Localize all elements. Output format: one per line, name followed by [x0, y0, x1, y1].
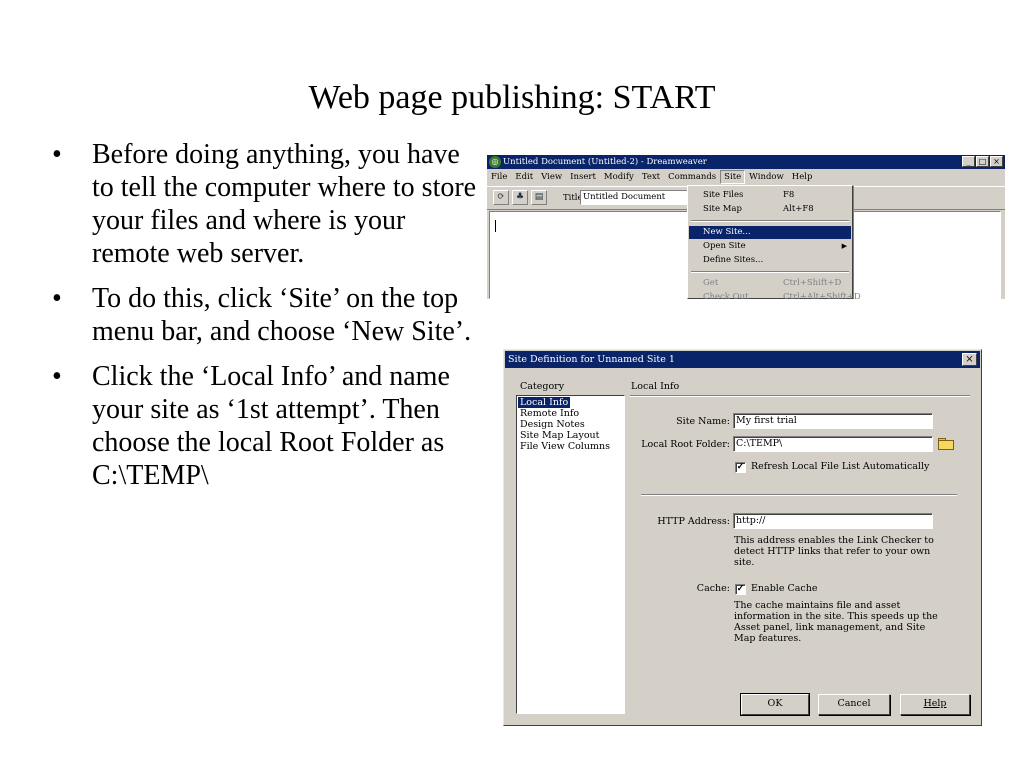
- site-icon[interactable]: ⟳: [493, 190, 509, 205]
- site-definition-dialog: Site Definition for Unnamed Site 1 × Cat…: [503, 349, 982, 726]
- http-address-help: This address enables the Link Checker to…: [734, 535, 934, 568]
- page-title-input[interactable]: Untitled Document: [580, 190, 690, 205]
- bullet-text: To do this, click ‘Site’ on the top menu…: [92, 283, 472, 347]
- sitemap-icon[interactable]: ♣: [512, 190, 528, 205]
- menu-separator: [691, 220, 849, 222]
- menu-modify[interactable]: Modify: [600, 170, 638, 184]
- bullet-symbol: •: [52, 283, 62, 314]
- local-root-folder-input[interactable]: C:\TEMP\: [733, 436, 933, 452]
- refresh-checkbox[interactable]: ✓: [735, 462, 746, 473]
- close-icon[interactable]: ×: [962, 353, 977, 366]
- refresh-label: Refresh Local File List Automatically: [751, 461, 930, 472]
- section-divider: [630, 395, 970, 397]
- section-heading: Local Info: [631, 381, 680, 392]
- menu-window[interactable]: Window: [745, 170, 788, 184]
- code-view-icon[interactable]: ▤: [531, 190, 547, 205]
- section-divider: [641, 494, 957, 496]
- menu-item-define-sites[interactable]: Define Sites...: [689, 254, 851, 267]
- site-name-label: Site Name:: [676, 416, 730, 427]
- local-root-folder-label: Local Root Folder:: [641, 439, 730, 450]
- dialog-title: Site Definition for Unnamed Site 1: [508, 354, 675, 365]
- category-file-view-columns[interactable]: File View Columns: [518, 441, 612, 452]
- menu-bar: File Edit View Insert Modify Text Commands Site…: [487, 170, 1005, 184]
- bullet-item: • Before doing anything, you have to tell…: [52, 138, 482, 270]
- help-button-label: Help: [923, 698, 947, 709]
- folder-icon[interactable]: [938, 438, 954, 450]
- category-local-info[interactable]: Local Info: [518, 397, 571, 408]
- bullet-list: • Before doing anything, you have to tell…: [52, 138, 482, 504]
- text-caret: [495, 220, 496, 232]
- submenu-arrow-icon: ▶: [841, 242, 847, 250]
- category-label: Category: [520, 381, 565, 392]
- cache-help: The cache maintains file and asset infor…: [734, 600, 938, 644]
- site-dropdown-menu: Site Files F8 Site Map Alt+F8 New Site... …: [687, 185, 861, 299]
- enable-cache-checkbox[interactable]: ✓: [735, 584, 746, 595]
- http-address-label: HTTP Address:: [657, 516, 730, 527]
- window-controls: _ □ ×: [961, 156, 1003, 168]
- cancel-button[interactable]: Cancel: [818, 694, 890, 715]
- bullet-symbol: •: [52, 139, 62, 170]
- dreamweaver-app-icon: ◎: [489, 156, 501, 168]
- menu-item-site-map[interactable]: Site Map Alt+F8: [689, 203, 851, 216]
- maximize-icon[interactable]: □: [976, 156, 989, 167]
- category-list: Local Info Remote Info Design Notes Site…: [516, 395, 625, 714]
- menu-help[interactable]: Help: [788, 170, 817, 184]
- dreamweaver-window: ◎ Untitled Document (Untitled-2) - Dream…: [487, 155, 1005, 299]
- menu-insert[interactable]: Insert: [566, 170, 600, 184]
- bullet-item: • To do this, click ‘Site’ on the top men…: [52, 282, 482, 348]
- menu-text[interactable]: Text: [638, 170, 664, 184]
- menu-item-get: Get Ctrl+Shift+D: [703, 278, 842, 288]
- menu-edit[interactable]: Edit: [511, 170, 537, 184]
- dreamweaver-titlebar: ◎ Untitled Document (Untitled-2) - Dream…: [487, 155, 1005, 169]
- menu-item-site-files[interactable]: Site Files F8: [689, 189, 851, 202]
- dialog-titlebar: Site Definition for Unnamed Site 1 ×: [505, 351, 980, 368]
- bullet-text: Before doing anything, you have to tell …: [92, 139, 477, 269]
- category-design-notes[interactable]: Design Notes: [518, 419, 587, 430]
- minimize-icon[interactable]: _: [962, 156, 975, 167]
- close-icon[interactable]: ×: [990, 156, 1003, 167]
- ok-button[interactable]: OK: [740, 693, 810, 716]
- cache-label: Cache:: [696, 583, 730, 594]
- bullet-symbol: •: [52, 361, 62, 392]
- enable-cache-label: Enable Cache: [751, 583, 818, 594]
- category-site-map-layout[interactable]: Site Map Layout: [518, 430, 602, 441]
- slide-title: Web page publishing: START: [308, 79, 716, 116]
- http-address-input[interactable]: http://: [733, 513, 933, 529]
- bullet-text: Click the ‘Local Info’ and name your sit…: [92, 361, 450, 491]
- dreamweaver-window-title: Untitled Document (Untitled-2) - Dreamwe…: [503, 157, 707, 167]
- menu-item-check-out: Check Out Ctrl+Alt+Shift+D: [703, 292, 861, 299]
- menu-separator: [691, 271, 849, 273]
- menu-site[interactable]: Site: [720, 170, 746, 184]
- category-remote-info[interactable]: Remote Info: [518, 408, 581, 419]
- menu-commands[interactable]: Commands: [664, 170, 720, 184]
- site-name-input[interactable]: My first trial: [733, 413, 933, 429]
- menu-view[interactable]: View: [537, 170, 566, 184]
- menu-file[interactable]: File: [487, 170, 511, 184]
- help-button[interactable]: Help: [900, 694, 970, 715]
- bullet-item: • Click the ‘Local Info’ and name your si…: [52, 360, 482, 492]
- menu-item-new-site[interactable]: New Site...: [689, 226, 851, 239]
- menu-item-open-site[interactable]: Open Site ▶: [689, 240, 851, 253]
